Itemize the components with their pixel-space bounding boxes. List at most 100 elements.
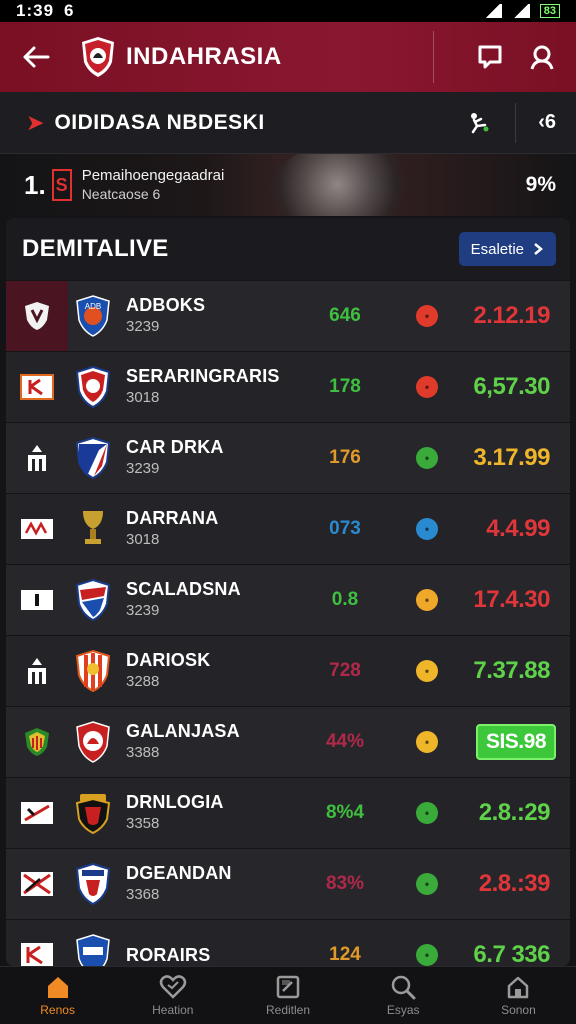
form-value: 124 [329, 944, 361, 965]
odds-value[interactable]: 4.4.99 [480, 513, 556, 545]
nav-label: Heation [152, 1003, 194, 1017]
home-icon [47, 977, 68, 998]
explore-label: Esaletie [470, 240, 524, 258]
form-value: 44% [325, 731, 365, 752]
explore-button[interactable]: Esaletie [458, 232, 556, 266]
team-crest [75, 649, 111, 693]
sub-bar-divider [515, 102, 517, 143]
row-flag [6, 565, 68, 635]
bottom-nav: Renos Heation Reditlen Esyas Sonon [0, 966, 576, 1024]
team-name: DARIOSK [126, 650, 211, 670]
match-row[interactable]: GALANJASA 3388 44% • SIS.98 [6, 706, 570, 777]
search-icon [391, 975, 416, 1000]
banner-percent: 9% [525, 173, 556, 196]
status-dot: • [416, 376, 438, 398]
match-row[interactable]: CAR DRKA 3239 176 • 3.17.99 [6, 422, 570, 493]
match-row[interactable]: SERARINGRARIS 3018 178 • 6,57.30 [6, 351, 570, 422]
row-flag [6, 920, 68, 966]
status-dot: • [416, 802, 438, 824]
row-flag [6, 423, 68, 493]
form-value: 728 [329, 660, 361, 681]
chat-button[interactable] [472, 39, 508, 75]
status-time: 1:39 [16, 1, 55, 20]
status-dot: • [416, 873, 438, 895]
team-code: 3358 [126, 815, 160, 832]
team-crest [75, 578, 111, 622]
row-flag [6, 707, 68, 777]
form-value: 176 [329, 447, 361, 468]
status-dot: • [416, 731, 438, 753]
signal-icon [511, 4, 530, 18]
profile-button[interactable] [524, 39, 560, 75]
team-code: 3388 [126, 744, 160, 761]
team-crest [76, 934, 110, 966]
count-value: 6 [544, 111, 556, 133]
shield-icon [25, 728, 49, 756]
odds-value[interactable]: 3.17.99 [467, 442, 556, 474]
kick-icon [471, 112, 489, 133]
status-dot: • [416, 944, 438, 966]
match-row[interactable]: SCALADSNA 3239 0.8 • 17.4.30 [6, 564, 570, 635]
odds-value[interactable]: 2.8.:29 [473, 797, 556, 829]
form-value: 646 [329, 305, 361, 326]
team-code: 3239 [126, 318, 160, 335]
status-bar: 1:39 6 83 [0, 0, 576, 22]
team-code: 3018 [126, 531, 160, 548]
row-flag [6, 281, 68, 351]
form-value: 0.8 [331, 589, 359, 610]
odds-value[interactable]: 6,57.30 [467, 371, 556, 403]
panel-title: DEMITALIVE [22, 235, 169, 262]
odds-value[interactable]: 2.12.19 [467, 300, 556, 332]
match-row[interactable]: ADB ADBOKS 3239 646 • 2.12.19 [6, 280, 570, 351]
notification-count[interactable]: ‹6 [538, 111, 556, 134]
arrow-right-icon: ➤ [26, 109, 45, 135]
app-title: INDAHRASIA [126, 43, 282, 70]
flag-icon [20, 374, 54, 400]
odds-value[interactable]: 2.8.:39 [473, 868, 556, 900]
featured-banner[interactable]: 1. S Pemaihoengegaadrai Neatcaose 6 9% [0, 154, 576, 216]
team-name: ADBOKS [126, 295, 206, 315]
team-name: SCALADSNA [126, 579, 241, 599]
chat-icon [478, 45, 502, 69]
app-bar: INDAHRASIA [0, 22, 576, 92]
team-code: 3368 [126, 886, 160, 903]
row-flag [6, 352, 68, 422]
team-code: 3288 [126, 673, 160, 690]
panel-header: DEMITALIVE Esaletie [6, 218, 570, 280]
odds-value[interactable]: 6.7 336 [467, 939, 556, 966]
row-flag [6, 494, 68, 564]
nav-item-favorites[interactable]: Heation [115, 967, 230, 1024]
odds-value[interactable]: 7.37.88 [467, 655, 556, 687]
nav-label: Reditlen [265, 1003, 311, 1017]
team-name: DRNLOGIA [126, 792, 224, 812]
nav-item-search[interactable]: Esyas [346, 967, 461, 1024]
odds-value[interactable]: SIS.98 [475, 724, 556, 760]
castle-icon [28, 445, 46, 471]
form-value: 178 [329, 376, 361, 397]
status-dot: • [416, 447, 438, 469]
flag-icon [21, 802, 53, 824]
status-dot: • [416, 305, 438, 327]
nav-item-profile[interactable]: Sonon [461, 967, 576, 1024]
nav-item-predictions[interactable]: Reditlen [230, 967, 345, 1024]
team-name: CAR DRKA [126, 437, 224, 457]
odds-value[interactable]: 17.4.30 [467, 584, 556, 616]
form-value: 073 [329, 518, 361, 539]
nav-label: Renos [40, 1003, 75, 1017]
castle-icon [28, 658, 46, 684]
heart-icon [159, 975, 187, 999]
row-flag [6, 636, 68, 706]
back-button[interactable] [16, 37, 56, 77]
team-code: 3239 [126, 602, 160, 619]
nav-item-home[interactable]: Renos [0, 967, 115, 1024]
match-row[interactable]: DRNLOGIA 3358 8%4 • 2.8.:29 [6, 777, 570, 848]
status-dot: • [416, 518, 438, 540]
flag-icon [21, 590, 53, 610]
match-row[interactable]: DGEANDAN 3368 83% • 2.8.:39 [6, 848, 570, 919]
match-row[interactable]: DARRANA 3018 073 • 4.4.99 [6, 493, 570, 564]
match-row[interactable]: RORAIRS 124 • 6.7 336 [6, 919, 570, 966]
match-row[interactable]: DARIOSK 3288 728 • 7.37.88 [6, 635, 570, 706]
form-value: 83% [325, 873, 365, 894]
filter-button[interactable] [463, 108, 493, 138]
status-dot: • [416, 589, 438, 611]
